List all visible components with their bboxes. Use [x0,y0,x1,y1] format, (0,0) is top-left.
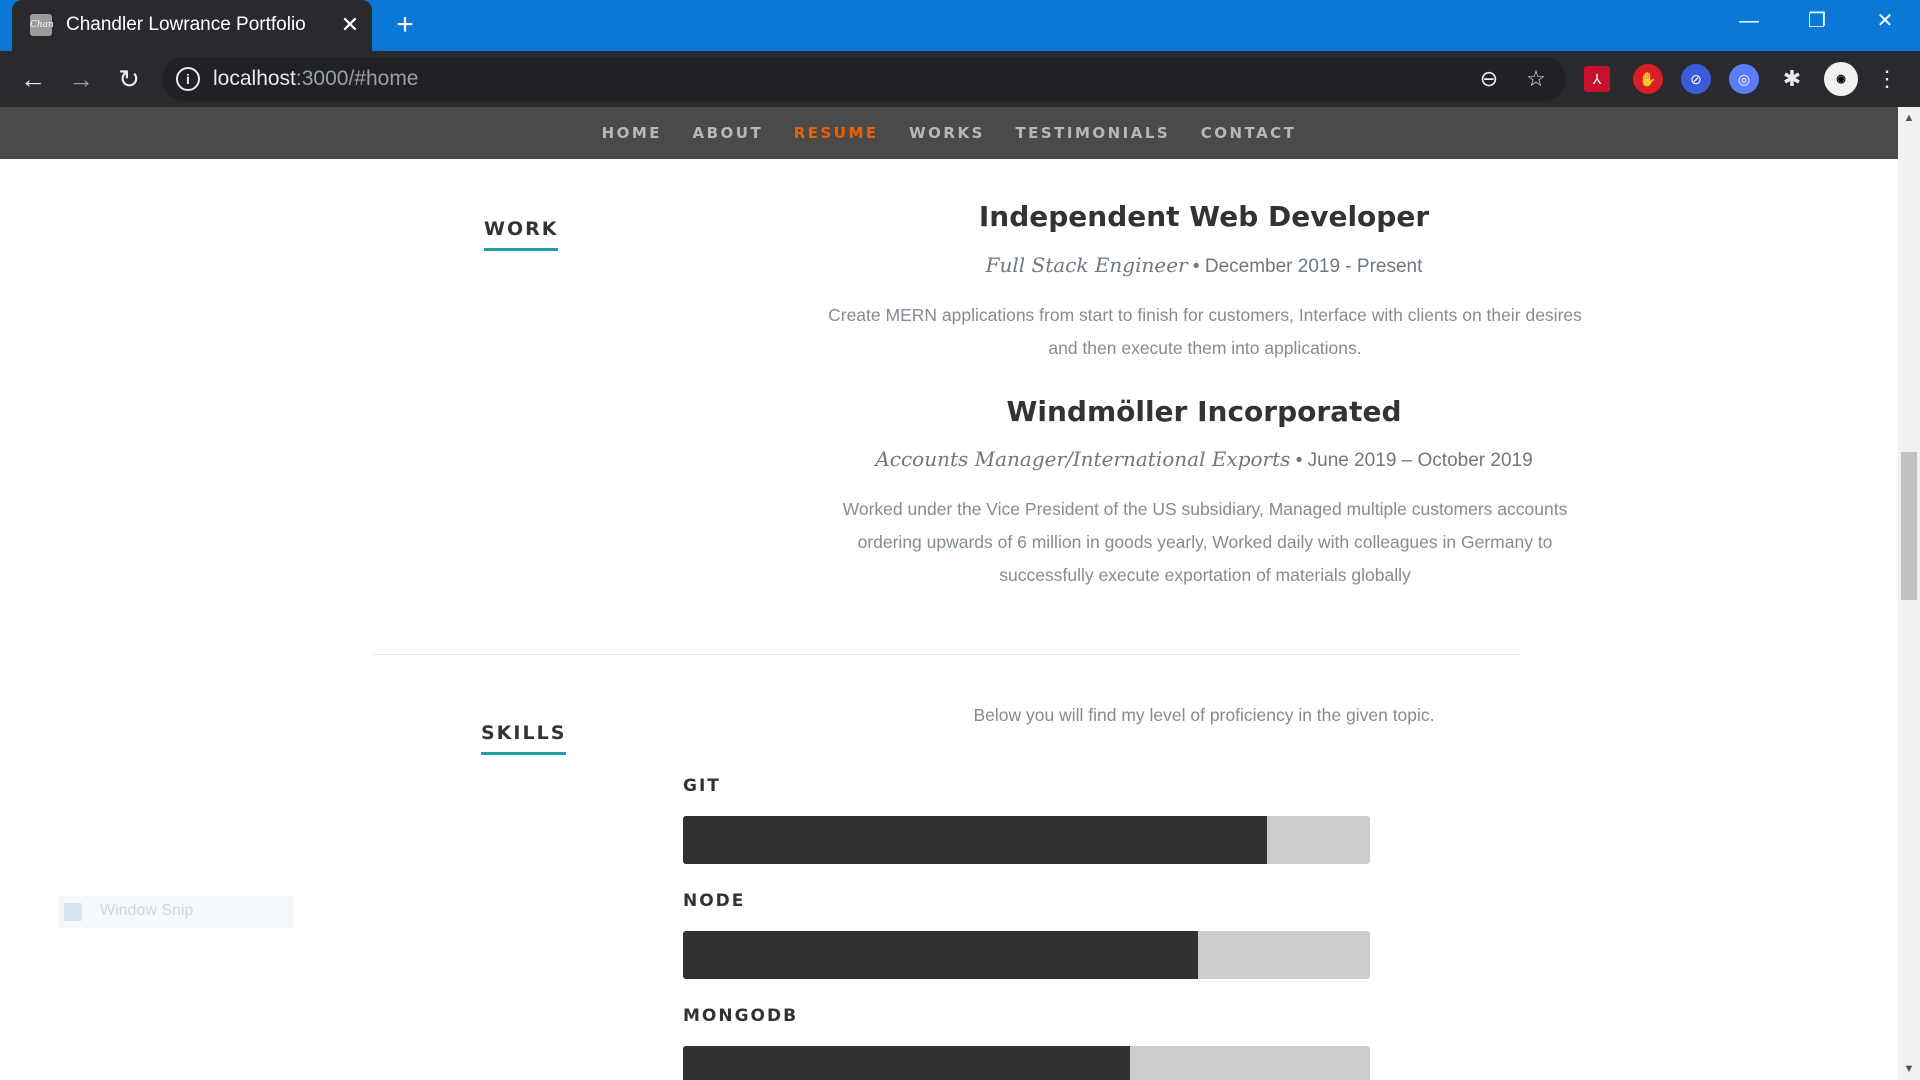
scrollbar-thumb[interactable] [1901,452,1917,600]
skills-heading: SKILLS [481,722,567,755]
info-icon[interactable]: i [176,67,200,91]
reload-icon[interactable]: ↻ [110,60,148,98]
skill-name: GIT [683,776,721,796]
skills-intro: Below you will find my level of proficie… [973,705,1435,725]
skill-name: MONGODB [683,1006,799,1026]
pdf-extension-icon[interactable]: ⅄ [1584,66,1610,92]
url-host: localhost [213,67,296,90]
job-description: Worked under the Vice President of the U… [660,493,1750,592]
back-icon[interactable]: ← [14,60,52,98]
new-tab-icon[interactable]: + [388,9,422,43]
bullet-separator: • [1295,450,1308,471]
job-description-line: Create MERN applications from start to f… [828,305,1582,325]
job-description-line: ordering upwards of 6 million in goods y… [857,532,1553,552]
menu-icon[interactable]: ⋮ [1872,64,1902,94]
forward-icon[interactable]: → [62,60,100,98]
close-tab-icon[interactable]: ✕ [334,9,366,41]
window-snip-label: Window Snip [100,902,194,919]
bullet-separator: • [1192,256,1205,277]
work-heading: WORK [484,218,559,251]
tab-title: Chandler Lowrance Portfolio [66,14,306,35]
nav-contact[interactable]: CONTACT [1201,107,1297,159]
skill-bar-fill [683,931,1199,979]
snip-icon [64,903,82,921]
eyes-extension-icon[interactable]: ◎ [1729,64,1759,94]
zoom-out-icon[interactable]: ⊖ [1474,64,1504,94]
job-role: Full Stack Engineer [985,253,1188,277]
skill-bar [683,1046,1370,1080]
minimize-icon[interactable]: — [1714,0,1784,42]
nav-home[interactable]: HOME [602,107,662,159]
skill-bar-fill [683,816,1267,864]
section-divider [374,654,1520,655]
job-info: Full Stack Engineer • December 2019 - Pr… [684,253,1724,278]
job-description: Create MERN applications from start to f… [660,299,1750,365]
job-company: Windmöller Incorporated [1006,395,1402,428]
star-icon[interactable]: ☆ [1521,64,1551,94]
browser-toolbar: ← → ↻ i localhost:3000/#home ⊖ ☆ ⅄ ✋ ⊘ ◎… [0,51,1920,107]
nav-about[interactable]: ABOUT [693,107,764,159]
restore-icon[interactable]: ❐ [1782,0,1852,42]
extensions-icon[interactable]: ✱ [1777,64,1807,94]
page-viewport: HOME ABOUT RESUME WORKS TESTIMONIALS CON… [0,107,1920,1080]
job-description-line: and then execute them into applications. [1048,338,1362,358]
address-bar[interactable]: i localhost:3000/#home ⊖ ☆ [162,57,1566,101]
skill-name: NODE [683,891,746,911]
job-info: Accounts Manager/International Exports •… [684,447,1724,472]
nav-testimonials[interactable]: TESTIMONIALS [1015,107,1170,159]
tab-favicon-icon: Chan [30,14,54,36]
skill-bar-fill [683,1046,1130,1080]
site-navigation: HOME ABOUT RESUME WORKS TESTIMONIALS CON… [0,107,1898,159]
scroll-up-icon[interactable]: ▲ [1898,107,1920,129]
skill-bar [683,931,1370,979]
browser-tab-bar: Chan Chandler Lowrance Portfolio ✕ + — ❐… [0,0,1920,51]
url-path: :3000/#home [295,67,419,90]
job-role: Accounts Manager/International Exports [875,447,1291,471]
job-company: Independent Web Developer [978,200,1430,233]
adblock-extension-icon[interactable]: ✋ [1633,64,1663,94]
scroll-down-icon[interactable]: ▼ [1898,1058,1920,1080]
profile-avatar[interactable]: ◉ [1824,62,1858,96]
job-dates: December 2019 - Present [1204,256,1423,277]
nav-works[interactable]: WORKS [909,107,985,159]
url-text[interactable]: localhost:3000/#home [213,67,419,91]
nav-resume[interactable]: RESUME [794,107,879,159]
job-dates: June 2019 – October 2019 [1307,450,1533,471]
job-description-line: successfully execute exportation of mate… [999,565,1411,585]
window-snip-overlay: Window Snip [58,896,294,928]
page-scrollbar[interactable]: ▲ ▼ [1898,107,1920,1080]
block-extension-icon[interactable]: ⊘ [1681,64,1711,94]
job-description-line: Worked under the Vice President of the U… [842,499,1568,519]
skill-bar [683,816,1370,864]
window-close-icon[interactable]: ✕ [1850,0,1920,42]
browser-tab[interactable]: Chan Chandler Lowrance Portfolio ✕ [12,0,372,51]
